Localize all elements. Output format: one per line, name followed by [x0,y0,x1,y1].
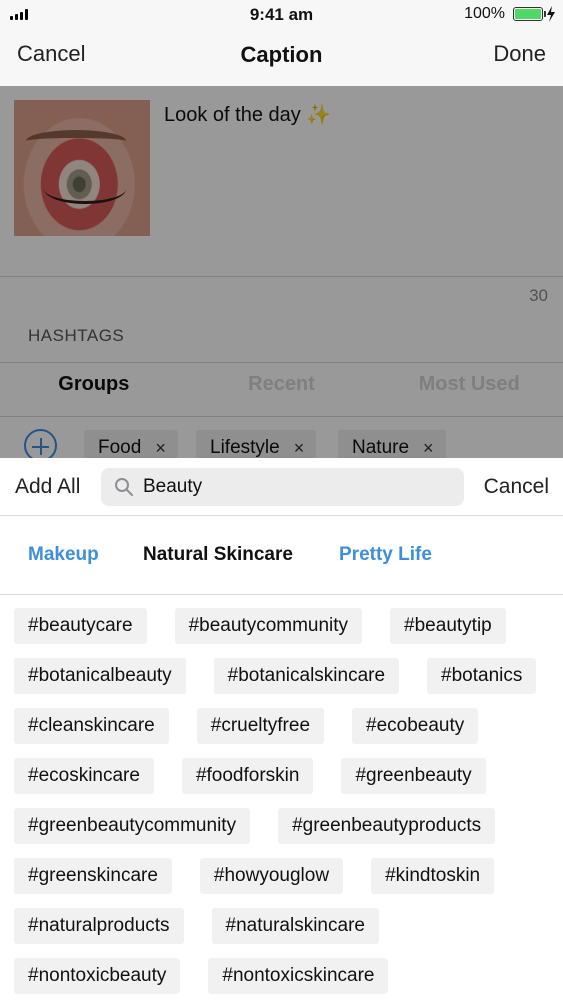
hashtag-chip[interactable]: #greenbeauty [341,758,486,794]
nav-done-button[interactable]: Done [493,41,546,67]
hashtag-chip[interactable]: #foodforskin [181,758,314,794]
category-pretty-life[interactable]: Pretty Life [339,544,432,566]
charging-bolt-icon [547,6,555,22]
character-count: 30 [529,286,548,305]
chip-label: Nature [352,437,410,458]
hashtag-chip[interactable]: #botanicalskincare [213,658,400,694]
post-thumbnail-image [14,100,150,236]
tag-row: #naturalproducts #naturalskincare [14,908,554,944]
add-all-button[interactable]: Add All [15,475,80,499]
tag-row: #nontoxicbeauty #nontoxicskincare [14,958,554,994]
search-icon [115,478,133,496]
caption-editor: Look of the day ✨ 30 HASHTAGS Groups Rec… [0,86,563,466]
tag-row: #greenbeautycommunity #greenbeautyproduc… [14,808,554,844]
hashtag-chip[interactable]: #beautycare [14,608,147,644]
hashtag-chip[interactable]: #crueltyfree [196,708,325,744]
search-input[interactable] [143,476,443,498]
tab-most-used[interactable]: Most Used [375,364,563,416]
hashtag-chip[interactable]: #greenskincare [14,858,172,894]
hashtag-list: #beautycare #beautycommunity #beautytip … [14,608,554,1000]
category-natural-skincare[interactable]: Natural Skincare [143,544,293,566]
divider [0,416,563,417]
status-bar: 9:41 am 100% [0,0,563,30]
caption-input[interactable]: Look of the day ✨ [164,102,331,127]
remove-chip-icon[interactable]: × [294,438,305,459]
hashtag-chip[interactable]: #beautytip [390,608,506,644]
hashtag-chip[interactable]: #beautycommunity [174,608,363,644]
battery-icon [513,7,546,21]
search-row: Add All Cancel [0,458,563,516]
tab-recent[interactable]: Recent [188,364,376,416]
divider [0,362,563,363]
category-makeup[interactable]: Makeup [28,544,99,566]
tag-row: #beautycare #beautycommunity #beautytip [14,608,554,644]
hashtag-chip[interactable]: #greenbeautyproducts [278,808,496,844]
category-tabs: Makeup Natural Skincare Pretty Life [0,517,563,595]
hashtag-chip[interactable]: #kindtoskin [371,858,495,894]
chip-label: Lifestyle [210,437,280,458]
tag-row: #greenskincare #howyouglow #kindtoskin [14,858,554,894]
chip-label: Food [98,437,142,458]
navigation-bar: Cancel Caption Done [0,30,563,86]
hashtag-chip[interactable]: #botanics [427,658,537,694]
hashtag-chip[interactable]: #nontoxicskincare [208,958,389,994]
hashtag-chip[interactable]: #nontoxicbeauty [14,958,181,994]
tag-row: #botanicalbeauty #botanicalskincare #bot… [14,658,554,694]
hashtag-chip[interactable]: #greenbeautycommunity [14,808,251,844]
remove-chip-icon[interactable]: × [423,438,434,459]
hashtag-chip[interactable]: #botanicalbeauty [14,658,186,694]
tag-row: #cleanskincare #crueltyfree #ecobeauty [14,708,554,744]
hashtag-chip[interactable]: #ecobeauty [352,708,479,744]
remove-chip-icon[interactable]: × [155,438,166,459]
search-field[interactable] [101,468,464,506]
divider [0,276,563,277]
battery-percentage: 100% [464,5,505,22]
hashtag-chip[interactable]: #cleanskincare [14,708,169,744]
hashtag-group-tabs: Groups Recent Most Used [0,364,563,416]
page-title: Caption [240,42,323,67]
hashtag-chip[interactable]: #naturalproducts [14,908,184,944]
hashtag-chip[interactable]: #naturalskincare [211,908,379,944]
hashtag-picker-sheet: Add All Cancel Makeup Natural Skincare P… [0,458,563,1000]
hashtag-chip[interactable]: #ecoskincare [14,758,154,794]
hashtags-section-label: HASHTAGS [28,326,125,345]
caption-text: Look of the day [164,104,301,126]
hashtag-chip[interactable]: #howyouglow [199,858,344,894]
sparkles-emoji: ✨ [306,104,332,126]
tab-groups[interactable]: Groups [0,364,188,416]
tag-row: #ecoskincare #foodforskin #greenbeauty [14,758,554,794]
search-cancel-button[interactable]: Cancel [484,475,549,499]
